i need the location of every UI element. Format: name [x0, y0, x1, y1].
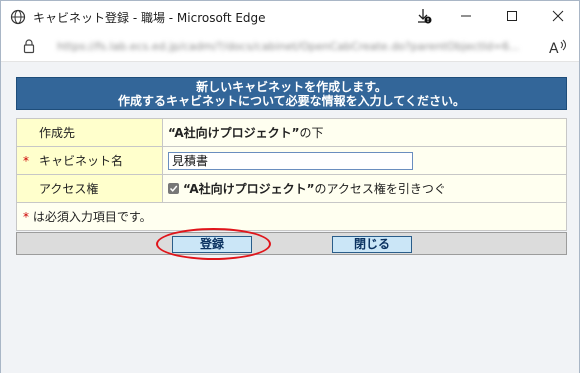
required-mark: * — [23, 154, 29, 168]
downloads-button[interactable] — [403, 1, 445, 33]
access-rights-label-cell: アクセス権 — [16, 174, 163, 203]
lock-icon[interactable] — [23, 39, 35, 57]
required-note-cell: * は必須入力項目です。 — [16, 202, 567, 231]
cabinet-name-label: キャビネット名 — [39, 154, 124, 168]
cabinet-name-value-cell — [162, 146, 567, 175]
read-aloud-icon[interactable]: A — [548, 38, 568, 59]
access-rights-value-cell: “A社向けプロジェクト”のアクセス権を引きつぐ — [162, 174, 567, 203]
header-line-2: 作成するキャビネットについて必要な情報を入力してください。 — [118, 94, 465, 108]
url-field[interactable]: https://fs.lab.ecs.ed.jp/cadm/?/docs/cab… — [57, 40, 527, 53]
download-icon — [416, 7, 432, 28]
page-content: 新しいキャビネットを作成します。 作成するキャビネットについて必要な情報を入力し… — [1, 62, 579, 373]
destination-value: “A社向けプロジェクト” — [168, 126, 300, 140]
access-rights-suffix: のアクセス権を引きつぐ — [314, 182, 446, 196]
window-title: キャビネット登録 - 職場 - Microsoft Edge — [33, 11, 266, 25]
minimize-button[interactable] — [445, 1, 487, 33]
address-bar: https://fs.lab.ecs.ed.jp/cadm/?/docs/cab… — [1, 33, 579, 62]
required-note-mark: * — [23, 210, 29, 224]
close-window-button[interactable] — [537, 1, 579, 33]
maximize-icon — [506, 10, 518, 25]
close-icon — [552, 10, 564, 25]
form-header: 新しいキャビネットを作成します。 作成するキャビネットについて必要な情報を入力し… — [16, 77, 567, 110]
cabinet-name-row: * キャビネット名 — [16, 146, 567, 175]
access-rights-value: “A社向けプロジェクト” — [183, 182, 315, 196]
cabinet-name-label-cell: * キャビネット名 — [16, 146, 163, 175]
globe-icon — [10, 9, 26, 25]
destination-row: 作成先 “A社向けプロジェクト”の下 — [16, 118, 567, 147]
destination-label: 作成先 — [39, 126, 76, 140]
minimize-icon — [460, 10, 472, 25]
button-bar: 登録 閉じる — [16, 232, 567, 255]
register-button[interactable]: 登録 — [172, 236, 252, 253]
access-rights-row: アクセス権 “A社向けプロジェクト”のアクセス権を引きつぐ — [16, 174, 567, 203]
maximize-button[interactable] — [491, 1, 533, 33]
svg-text:A: A — [549, 41, 559, 56]
inherit-access-checkbox[interactable] — [168, 183, 179, 194]
required-note-row: * は必須入力項目です。 — [16, 202, 567, 231]
close-button[interactable]: 閉じる — [332, 236, 412, 253]
destination-value-cell: “A社向けプロジェクト”の下 — [162, 118, 567, 147]
required-note-text: は必須入力項目です。 — [32, 210, 152, 224]
cabinet-form-table: 作成先 “A社向けプロジェクト”の下 *キャビネット名 アクセス権 — [16, 118, 567, 231]
browser-window: キャビネット登録 - 職場 - Microsoft Edge https://f… — [0, 0, 580, 373]
cabinet-name-input[interactable] — [168, 151, 413, 170]
destination-suffix: の下 — [299, 126, 324, 140]
header-line-1: 新しいキャビネットを作成します。 — [196, 80, 387, 94]
destination-label-cell: 作成先 — [16, 118, 163, 147]
title-bar: キャビネット登録 - 職場 - Microsoft Edge — [1, 1, 579, 33]
access-rights-label: アクセス権 — [39, 182, 99, 196]
